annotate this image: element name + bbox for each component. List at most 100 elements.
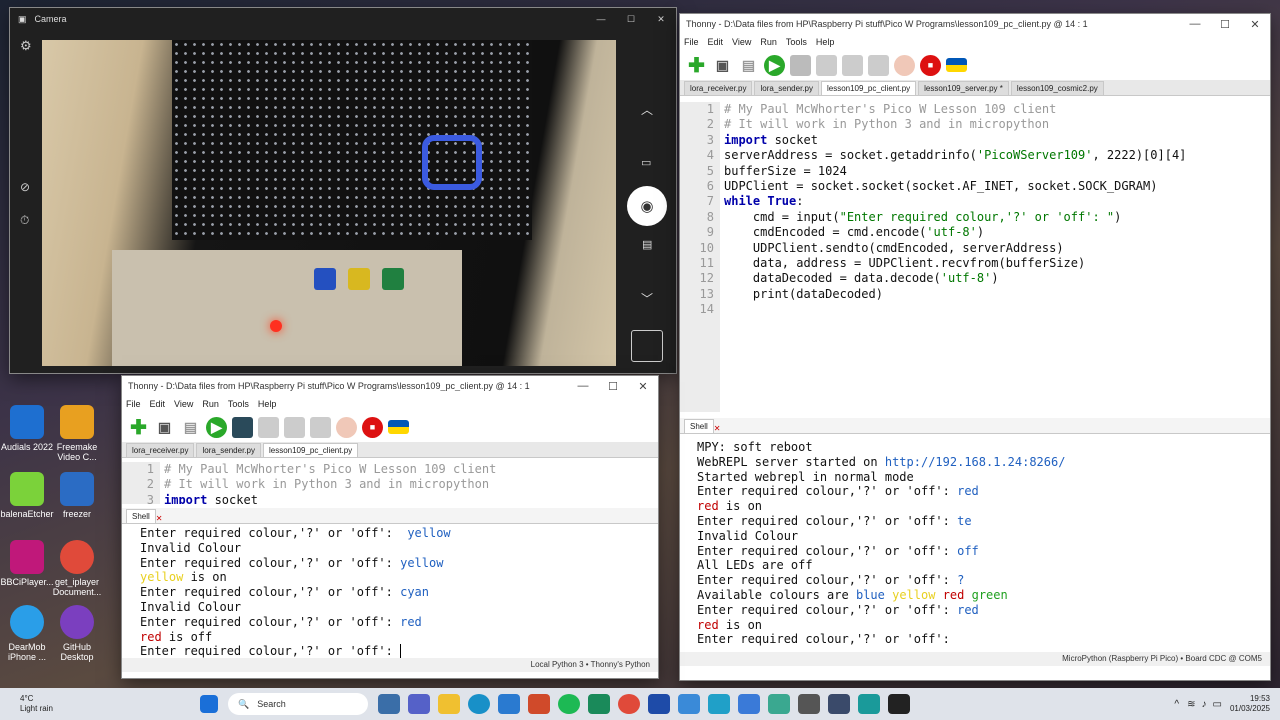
tab-lesson109-pc-client[interactable]: lesson109_pc_client.py	[820, 81, 917, 95]
resume-icon[interactable]	[894, 54, 915, 76]
edge-icon[interactable]	[468, 694, 490, 714]
desktop-icon-audials[interactable]: Audials 2022	[0, 405, 54, 452]
run-icon[interactable]: ▶	[764, 54, 785, 76]
app-icon[interactable]	[768, 694, 790, 714]
tab-lesson109-server[interactable]: lesson109_server.py *	[918, 81, 1009, 95]
app-icon[interactable]	[738, 694, 760, 714]
desktop-icon-dearmob[interactable]: DearMob iPhone ...	[0, 605, 54, 662]
menu-edit[interactable]: Edit	[150, 399, 166, 409]
desktop-icon-get-iplayer[interactable]: get_iplayer Document...	[50, 540, 104, 597]
menu-view[interactable]: View	[174, 399, 193, 409]
task-view-icon[interactable]	[378, 694, 400, 714]
arduino-icon[interactable]	[858, 694, 880, 714]
save-icon[interactable]: ▤	[180, 417, 201, 438]
store-icon[interactable]	[498, 694, 520, 714]
menu-file[interactable]: File	[684, 37, 699, 47]
thonny-second-window[interactable]: Thonny - D:\Data files from HP\Raspberry…	[122, 376, 658, 678]
save-icon[interactable]: ▤	[738, 55, 759, 76]
close-button[interactable]: ✕	[646, 14, 676, 25]
camera-icon[interactable]	[828, 694, 850, 714]
tab-lora-sender[interactable]: lora_sender.py	[196, 443, 261, 457]
menu-run[interactable]: Run	[760, 37, 777, 47]
menu-view[interactable]: View	[732, 37, 751, 47]
tab-lora-receiver[interactable]: lora_receiver.py	[126, 443, 195, 457]
desktop-icon-freezer[interactable]: freezer	[50, 472, 104, 519]
step-out-icon[interactable]	[868, 54, 889, 76]
tab-lora-sender[interactable]: lora_sender.py	[754, 81, 819, 95]
debug-icon[interactable]	[790, 54, 811, 76]
webrepl-url[interactable]: http://192.168.1.24:8266/	[885, 455, 1066, 469]
debug-icon[interactable]	[232, 416, 253, 438]
minimize-button[interactable]: —	[586, 14, 616, 24]
camera-window[interactable]: ▣ Camera — ☐ ✕ ⚙ ⊘ ⏱ ◉ ︿ ▭ ▤ ﹀	[10, 8, 676, 373]
desktop-icon-balenaetcher[interactable]: balenaEtcher	[0, 472, 54, 519]
maximize-button[interactable]: ☐	[1210, 18, 1240, 31]
app-icon[interactable]	[888, 694, 910, 714]
chevron-down-icon[interactable]: ﹀	[641, 290, 653, 307]
firefox-icon[interactable]	[528, 694, 550, 714]
search-box[interactable]: 🔍 Search	[228, 693, 368, 715]
menu-tools[interactable]: Tools	[228, 399, 249, 409]
step-into-icon[interactable]	[284, 416, 305, 438]
new-file-icon[interactable]: ✚	[128, 417, 149, 439]
minimize-button[interactable]: —	[568, 380, 598, 392]
close-button[interactable]: ✕	[628, 380, 658, 393]
shell-output[interactable]: Enter required colour,'?' or 'off': yell…	[122, 524, 658, 658]
desktop-icon-freemake[interactable]: Freemake Video C...	[50, 405, 104, 462]
code-editor[interactable]: 1 2 3 4 5 6 7 8 9 10 11 12 13 14 # My Pa…	[680, 96, 1270, 412]
load-icon[interactable]: ▣	[154, 417, 175, 438]
weather-widget[interactable]: 4°C Light rain	[0, 694, 90, 714]
menu-file[interactable]: File	[126, 399, 141, 409]
tab-shell[interactable]: Shell	[684, 419, 714, 433]
menu-edit[interactable]: Edit	[708, 37, 724, 47]
code-editor[interactable]: 1 2 3 # My Paul McWhorter's Pico W Lesso…	[122, 458, 658, 504]
spotify-icon[interactable]	[558, 694, 580, 714]
battery-icon[interactable]: ▭	[1213, 699, 1222, 710]
new-file-icon[interactable]: ✚	[686, 55, 707, 77]
no-hdr-icon[interactable]: ⊘	[20, 180, 30, 194]
stop-icon[interactable]: ■	[362, 416, 383, 438]
word-icon[interactable]	[648, 694, 670, 714]
stop-icon[interactable]: ■	[920, 54, 941, 76]
menu-tools[interactable]: Tools	[786, 37, 807, 47]
resume-icon[interactable]	[336, 416, 357, 438]
step-over-icon[interactable]	[258, 416, 279, 438]
minimize-button[interactable]: —	[1180, 18, 1210, 30]
tab-lesson109-cosmic2[interactable]: lesson109_cosmic2.py	[1010, 81, 1104, 95]
tab-lesson109-pc-client[interactable]: lesson109_pc_client.py	[262, 443, 359, 457]
menu-help[interactable]: Help	[816, 37, 835, 47]
app-icon[interactable]	[708, 694, 730, 714]
step-over-icon[interactable]	[816, 54, 837, 76]
close-button[interactable]: ✕	[1240, 18, 1270, 31]
chrome-icon[interactable]	[618, 694, 640, 714]
tab-shell[interactable]: Shell	[126, 509, 156, 523]
file-explorer-icon[interactable]	[438, 694, 460, 714]
shutter-button[interactable]: ◉	[627, 186, 667, 226]
close-icon[interactable]: ✕	[714, 424, 721, 433]
menu-help[interactable]: Help	[258, 399, 277, 409]
teams-icon[interactable]	[408, 694, 430, 714]
code-lines[interactable]: # My Paul McWhorter's Pico W Lesson 109 …	[160, 462, 658, 504]
thonny-icon[interactable]	[798, 694, 820, 714]
load-icon[interactable]: ▣	[712, 55, 733, 76]
powershell-icon[interactable]	[678, 694, 700, 714]
run-icon[interactable]: ▶	[206, 416, 227, 438]
clock[interactable]: 19:53 01/03/2025	[1230, 694, 1270, 714]
step-into-icon[interactable]	[842, 54, 863, 76]
excel-icon[interactable]	[588, 694, 610, 714]
chevron-up-icon[interactable]: ︿	[641, 101, 653, 118]
document-mode-icon[interactable]: ▤	[642, 238, 652, 251]
maximize-button[interactable]: ☐	[616, 14, 646, 25]
shell-output[interactable]: MPY: soft reboot WebREPL server started o…	[680, 434, 1270, 652]
settings-gear-icon[interactable]: ⚙	[20, 38, 32, 54]
menu-run[interactable]: Run	[202, 399, 219, 409]
desktop-icon-bbciplayer[interactable]: BBCiPlayer...	[0, 540, 54, 587]
gallery-thumbnail[interactable]	[631, 330, 663, 362]
desktop-icon-github[interactable]: GitHub Desktop	[50, 605, 104, 662]
maximize-button[interactable]: ☐	[598, 380, 628, 393]
thonny-main-window[interactable]: Thonny - D:\Data files from HP\Raspberry…	[680, 14, 1270, 680]
code-lines[interactable]: # My Paul McWhorter's Pico W Lesson 109 …	[720, 102, 1270, 412]
timer-off-icon[interactable]: ⏱	[20, 213, 29, 228]
start-windows-icon[interactable]	[200, 695, 218, 713]
close-icon[interactable]: ✕	[156, 514, 163, 523]
